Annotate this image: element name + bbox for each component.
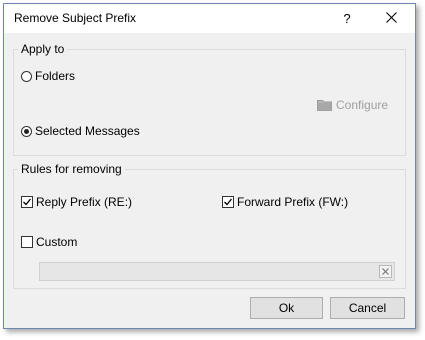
configure-button[interactable]: Configure [317, 98, 388, 112]
cancel-button[interactable]: Cancel [330, 297, 405, 319]
dialog-title: Remove Subject Prefix [14, 11, 137, 25]
reply-prefix-check-icon[interactable] [21, 196, 33, 208]
forward-prefix-label: Forward Prefix (FW:) [237, 195, 349, 209]
selected-messages-radio-circle[interactable] [21, 125, 32, 137]
folders-radio-circle[interactable] [21, 70, 32, 82]
selected-messages-radio-label: Selected Messages [35, 124, 140, 138]
reply-prefix-checkbox[interactable]: Reply Prefix (RE:) [21, 195, 132, 209]
folders-radio[interactable]: Folders [21, 69, 75, 83]
help-button[interactable]: ? [329, 4, 365, 33]
custom-check-box[interactable] [21, 236, 33, 248]
folders-radio-label: Folders [35, 69, 76, 83]
folder-icon [317, 99, 332, 111]
ok-button-label: Ok [278, 301, 295, 315]
ok-button[interactable]: Ok [250, 297, 323, 319]
rules-label: Rules for removing [18, 162, 125, 176]
remove-subject-prefix-dialog: Remove Subject Prefix ? Apply to Folders [3, 3, 416, 329]
help-icon: ? [343, 11, 351, 26]
cancel-button-label: Cancel [348, 301, 387, 315]
apply-to-label: Apply to [18, 42, 68, 56]
close-icon [385, 11, 397, 26]
custom-label: Custom [36, 235, 78, 249]
selected-messages-radio[interactable]: Selected Messages [21, 124, 140, 138]
custom-checkbox[interactable]: Custom [21, 235, 77, 249]
title-bar: Remove Subject Prefix ? [4, 4, 415, 33]
configure-label: Configure [336, 98, 389, 112]
clear-icon[interactable] [379, 265, 392, 278]
reply-prefix-label: Reply Prefix (RE:) [36, 195, 133, 209]
forward-prefix-check-icon[interactable] [222, 196, 234, 208]
forward-prefix-checkbox[interactable]: Forward Prefix (FW:) [222, 195, 348, 209]
close-button[interactable] [368, 4, 414, 33]
custom-prefix-input[interactable] [39, 262, 395, 281]
